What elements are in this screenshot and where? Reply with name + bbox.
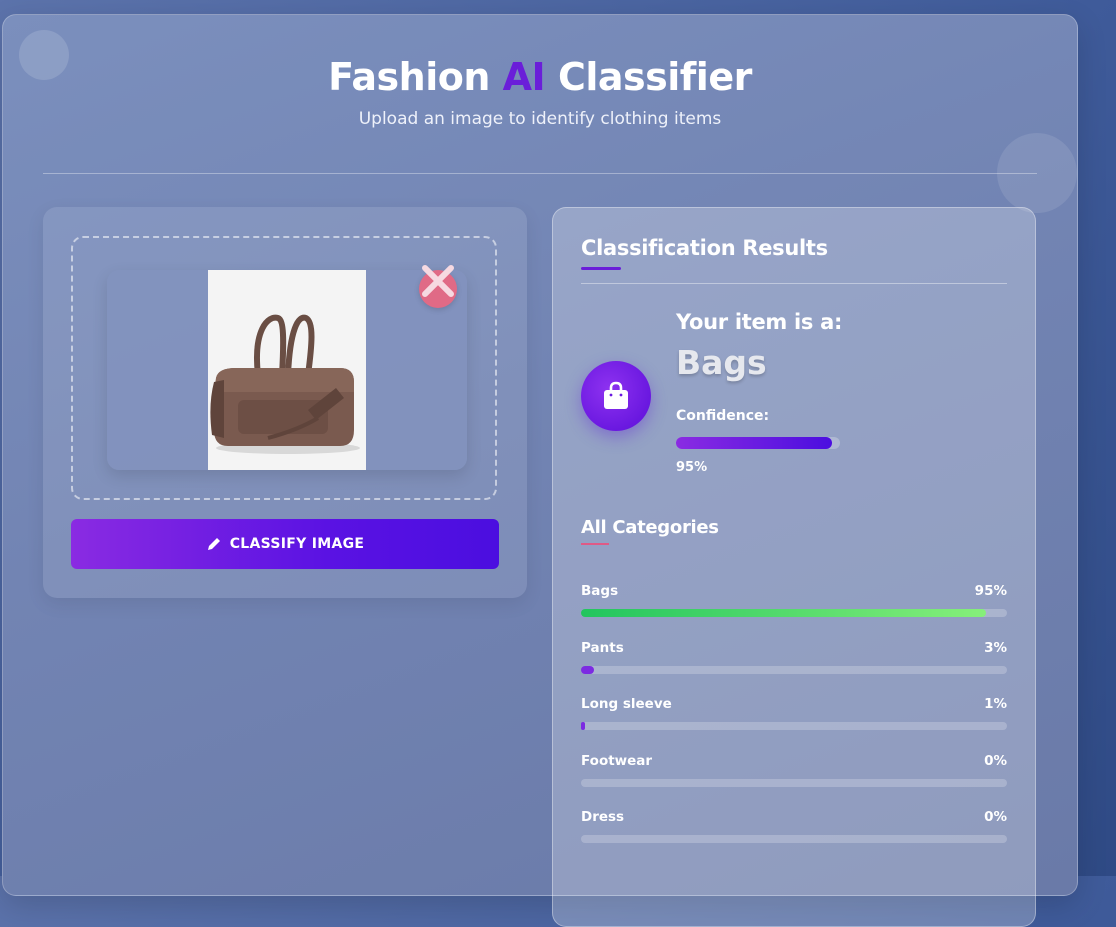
results-title: Classification Results <box>581 236 828 260</box>
confidence-value: 95% <box>676 460 708 475</box>
confidence-bar-fill <box>676 437 832 449</box>
classify-image-button[interactable]: CLASSIFY IMAGE <box>71 519 499 569</box>
category-bar <box>581 722 1007 730</box>
close-icon <box>422 265 454 297</box>
title-part-2: Classifier <box>557 55 752 99</box>
title-part-1: Fashion <box>328 55 490 99</box>
predicted-class: Bags <box>676 343 767 382</box>
result-icon-circle <box>581 361 651 431</box>
categories-title-bar <box>581 543 609 545</box>
image-preview <box>107 270 467 470</box>
handbag-photo <box>208 270 366 470</box>
remove-image-button[interactable] <box>419 265 457 308</box>
category-bar <box>581 609 1007 617</box>
upload-card: CLASSIFY IMAGE <box>43 207 527 598</box>
category-row: Footwear 0% <box>581 753 1007 810</box>
category-bar-fill <box>581 665 594 674</box>
shopping-bag-icon <box>604 381 628 409</box>
category-row: Bags 95% <box>581 583 1007 640</box>
upload-dropzone[interactable] <box>71 236 497 500</box>
pencil-icon <box>207 538 220 550</box>
results-card: Classification Results Your item is a: B… <box>552 207 1036 927</box>
your-item-label: Your item is a: <box>676 310 843 334</box>
confidence-label: Confidence: <box>676 408 770 424</box>
category-row: Long sleeve 1% <box>581 696 1007 753</box>
category-name: Pants <box>581 639 624 656</box>
category-bar <box>581 835 1007 843</box>
classify-button-label: CLASSIFY IMAGE <box>229 536 365 552</box>
category-percent: 1% <box>984 696 1007 712</box>
category-row: Dress 0% <box>581 809 1007 866</box>
category-name: Bags <box>581 583 619 599</box>
category-name: Footwear <box>581 752 653 769</box>
app-panel: Fashion AI Classifier Upload an image to… <box>2 14 1078 927</box>
category-name: Dress <box>581 809 625 825</box>
category-bar <box>581 665 1007 674</box>
category-percent: 95% <box>974 583 1007 599</box>
confidence-bar <box>676 437 840 449</box>
category-list: Bags 95% Pants 3% Long sleeve 1% Footwea… <box>581 583 1007 866</box>
title-ai: AI <box>502 55 546 99</box>
header-divider <box>43 173 1037 174</box>
page-title: Fashion AI Classifier <box>3 55 1077 99</box>
title-accent-bar <box>581 267 621 270</box>
categories-title: All Categories <box>581 517 719 538</box>
category-bar-fill <box>581 722 586 730</box>
category-percent: 3% <box>984 639 1007 656</box>
category-name: Long sleeve <box>581 696 672 712</box>
category-percent: 0% <box>984 752 1007 769</box>
category-bar-fill <box>581 609 986 617</box>
category-row: Pants 3% <box>581 640 1007 697</box>
category-bar <box>581 778 1007 787</box>
page-subtitle: Upload an image to identify clothing ite… <box>358 109 722 129</box>
results-divider <box>581 283 1007 284</box>
category-percent: 0% <box>984 809 1007 825</box>
